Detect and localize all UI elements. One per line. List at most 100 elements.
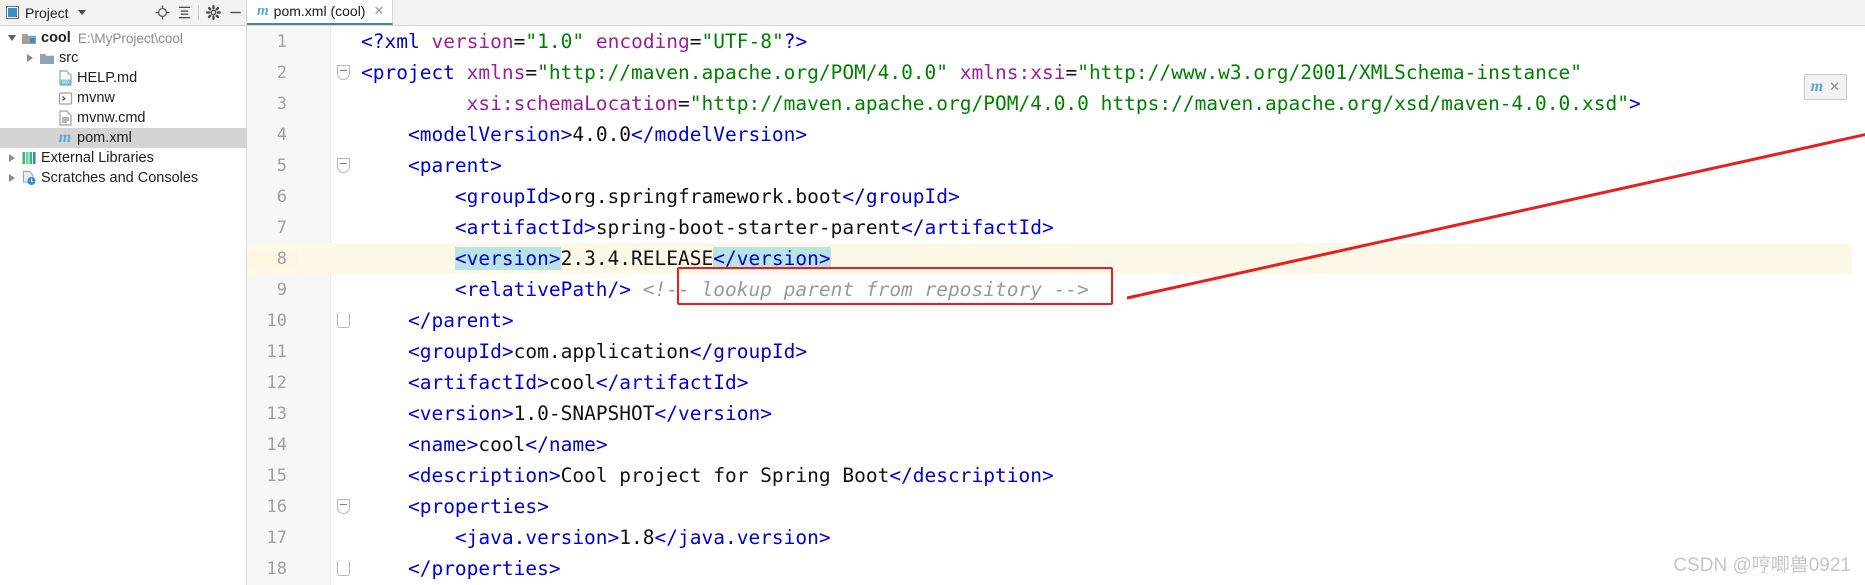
code-line[interactable]: 4 <modelVersion>4.0.0</modelVersion> <box>247 119 1865 150</box>
code-line-text: </parent> <box>355 309 1865 332</box>
line-number: 4 <box>247 124 297 145</box>
collapse-all-icon[interactable] <box>173 2 195 24</box>
code-token: </groupId> <box>842 185 960 208</box>
tree-node-label: Scratches and Consoles <box>41 170 199 186</box>
code-line[interactable]: 2 <project xmlns="http://maven.apache.org… <box>247 57 1865 88</box>
tree-node-ext-libs[interactable]: External Libraries <box>0 148 246 168</box>
tree-node-mvnw-cmd[interactable]: mvnw.cmd <box>0 108 246 128</box>
line-number: 6 <box>247 186 297 207</box>
code-line[interactable]: 7 <artifactId>spring-boot-starter-parent… <box>247 212 1865 243</box>
code-line-text: <name>cool</name> <box>355 433 1865 456</box>
intention-bulb-button[interactable] <box>297 250 331 267</box>
code-lines[interactable]: 1 <?xml version="1.0" encoding="UTF-8"?> 2… <box>247 26 1865 584</box>
code-line[interactable]: 6 <groupId>org.springframework.boot</gro… <box>247 181 1865 212</box>
code-token: <relativePath <box>454 278 608 301</box>
code-token: "UTF-8" <box>701 30 784 53</box>
locate-target-icon[interactable] <box>151 2 173 24</box>
tree-node-label: HELP.md <box>77 70 138 86</box>
fold-handle[interactable] <box>331 65 355 80</box>
chevron-right-icon <box>9 154 15 162</box>
code-line[interactable]: 16 <properties> <box>247 491 1865 522</box>
project-toolbar: Project <box>0 0 247 25</box>
fold-handle[interactable] <box>331 158 355 173</box>
tree-twisty-right[interactable] <box>22 54 38 62</box>
code-line[interactable]: 12 <artifactId>cool</artifactId> <box>247 367 1865 398</box>
tree-twisty-down[interactable] <box>4 35 20 41</box>
code-line-text: <parent> <box>355 154 1865 177</box>
code-token: </parent> <box>407 309 514 332</box>
code-line[interactable]: 3 xsi:schemaLocation="http://maven.apach… <box>247 88 1865 119</box>
hide-panel-icon[interactable] <box>224 2 246 24</box>
idea-window: Project m pom.xml (cool) ✕ cool E:\MyPro… <box>0 0 1865 585</box>
project-panel-icon <box>6 6 19 19</box>
code-token: <name> <box>407 433 479 456</box>
code-token: "1.0" <box>525 30 585 53</box>
tab-pom-xml[interactable]: m pom.xml (cool) ✕ <box>247 0 394 25</box>
tree-twisty-right[interactable] <box>4 154 20 162</box>
tree-node-scratches[interactable]: Scratches and Consoles <box>0 168 246 188</box>
code-line[interactable]: 10 </parent> <box>247 305 1865 336</box>
top-row: Project m pom.xml (cool) ✕ <box>0 0 1865 26</box>
code-line[interactable]: 1 <?xml version="1.0" encoding="UTF-8"?> <box>247 26 1865 57</box>
code-line[interactable]: 17 <java.version>1.8</java.version> <box>247 522 1865 553</box>
tree-twisty-right[interactable] <box>4 174 20 182</box>
line-number: 14 <box>247 434 297 455</box>
code-line[interactable]: 9 <relativePath/> <!-- lookup parent fro… <box>247 274 1865 305</box>
close-icon[interactable]: ✕ <box>373 3 384 19</box>
code-token: cool <box>548 371 596 394</box>
code-line-text: <artifactId>cool</artifactId> <box>355 371 1865 394</box>
maven-reimport-popup[interactable]: m ✕ <box>1803 74 1847 100</box>
code-token: encoding <box>595 30 690 53</box>
code-editor[interactable]: 1 <?xml version="1.0" encoding="UTF-8"?> 2… <box>247 26 1865 585</box>
chevron-right-icon <box>9 174 15 182</box>
line-number: 16 <box>247 496 297 517</box>
code-line[interactable]: 5 <parent> <box>247 150 1865 181</box>
code-token: 2.3.4.RELEASE <box>560 247 714 270</box>
code-line[interactable]: 8 <version>2.3.4.RELEASE</version> <box>247 243 1865 274</box>
code-line[interactable]: 11 <groupId>com.application</groupId> <box>247 336 1865 367</box>
tree-node-help-md[interactable]: MD HELP.md <box>0 68 246 88</box>
code-line[interactable]: 14 <name>cool</name> <box>247 429 1865 460</box>
code-line[interactable]: 13 <version>1.0-SNAPSHOT</version> <box>247 398 1865 429</box>
code-token: <groupId> <box>407 340 514 363</box>
line-number: 2 <box>247 62 297 83</box>
code-token: </description> <box>889 464 1054 487</box>
markdown-icon: MD <box>56 70 74 86</box>
code-token: <? <box>361 30 385 53</box>
code-line[interactable]: 15 <description>Cool project for Spring … <box>247 460 1865 491</box>
project-tree[interactable]: cool E:\MyProject\cool src MD HELP.md mvnw mvn… <box>0 26 247 585</box>
project-panel-selector[interactable]: Project <box>6 5 86 21</box>
tree-node-label: pom.xml <box>77 130 132 146</box>
tree-node-src[interactable]: src <box>0 48 246 68</box>
folder-icon <box>38 51 56 66</box>
tree-node-cool[interactable]: cool E:\MyProject\cool <box>0 28 246 48</box>
tree-node-pom-xml[interactable]: m pom.xml <box>0 128 246 148</box>
gear-icon[interactable] <box>202 2 224 24</box>
tree-node-mvnw[interactable]: mvnw <box>0 88 246 108</box>
code-token: com.application <box>513 340 690 363</box>
editor-scrollbar[interactable] <box>1852 26 1865 585</box>
close-icon[interactable]: ✕ <box>1829 79 1840 95</box>
code-line[interactable]: 18 </properties> <box>247 553 1865 584</box>
fold-collapse-icon <box>336 65 350 80</box>
code-token: = <box>689 30 702 53</box>
fold-handle[interactable] <box>331 561 355 576</box>
chevron-down-icon[interactable] <box>77 10 86 15</box>
fold-handle[interactable] <box>331 499 355 514</box>
fold-end-icon <box>336 561 350 576</box>
cmd-file-icon <box>56 110 74 126</box>
fold-handle[interactable] <box>331 313 355 328</box>
code-line-text: <properties> <box>355 495 1865 518</box>
code-token: <version> <box>454 247 561 270</box>
code-token: "http://maven.apache.org/POM/4.0.0" <box>537 61 949 84</box>
libraries-icon <box>20 151 38 165</box>
line-number: 5 <box>247 155 297 176</box>
